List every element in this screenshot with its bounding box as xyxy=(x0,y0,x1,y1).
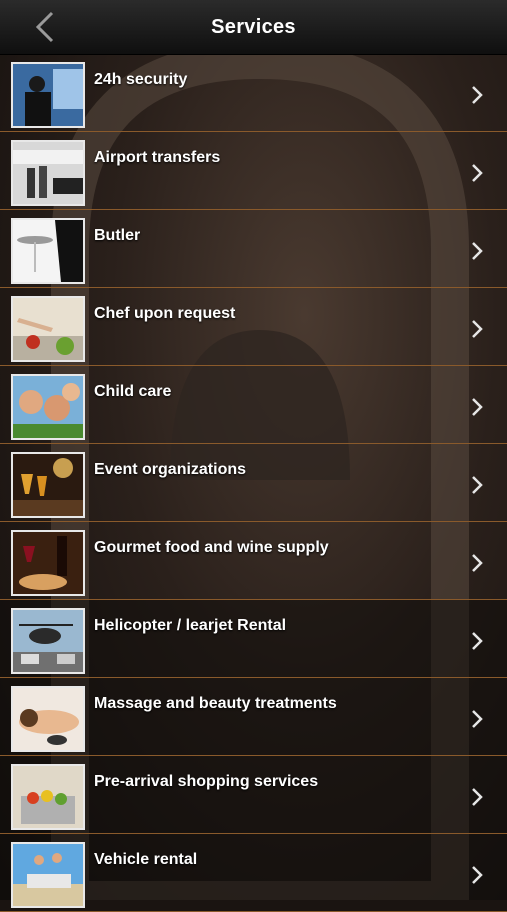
vehicle-rental-thumbnail xyxy=(11,842,85,908)
service-row-airport-transfers[interactable]: Airport transfers xyxy=(0,132,507,210)
shopping-thumbnail xyxy=(11,764,85,830)
service-label: 24h security xyxy=(94,71,188,88)
service-label: Event organizations xyxy=(94,461,247,478)
chevron-right-icon xyxy=(472,86,483,104)
service-row-vehicle-rental[interactable]: Vehicle rental xyxy=(0,834,507,912)
service-row-shopping[interactable]: Pre-arrival shopping services xyxy=(0,756,507,834)
service-label: Child care xyxy=(94,383,172,400)
airport-transfer-thumbnail xyxy=(11,140,85,206)
helicopter-thumbnail xyxy=(11,608,85,674)
service-row-helicopter[interactable]: Helicopter / learjet Rental xyxy=(0,600,507,678)
service-label: Butler xyxy=(94,227,141,244)
chevron-left-icon xyxy=(35,11,54,43)
service-row-24h-security[interactable]: 24h security xyxy=(0,54,507,132)
security-thumbnail xyxy=(11,62,85,128)
chevron-right-icon xyxy=(472,398,483,416)
service-label: Vehicle rental xyxy=(94,851,198,868)
service-row-child-care[interactable]: Child care xyxy=(0,366,507,444)
service-row-event-organizations[interactable]: Event organizations xyxy=(0,444,507,522)
service-label: Gourmet food and wine supply xyxy=(94,539,329,556)
service-label: Pre-arrival shopping services xyxy=(94,773,319,790)
chevron-right-icon xyxy=(472,320,483,338)
service-row-massage[interactable]: Massage and beauty treatments xyxy=(0,678,507,756)
back-button[interactable] xyxy=(30,10,60,44)
massage-thumbnail xyxy=(11,686,85,752)
chevron-right-icon xyxy=(472,242,483,260)
service-label: Chef upon request xyxy=(94,305,236,322)
chevron-right-icon xyxy=(472,788,483,806)
service-label: Airport transfers xyxy=(94,149,221,166)
gourmet-food-thumbnail xyxy=(11,530,85,596)
service-row-chef[interactable]: Chef upon request xyxy=(0,288,507,366)
chevron-right-icon xyxy=(472,710,483,728)
event-thumbnail xyxy=(11,452,85,518)
chevron-right-icon xyxy=(472,632,483,650)
chevron-right-icon xyxy=(472,164,483,182)
chef-thumbnail xyxy=(11,296,85,362)
chevron-right-icon xyxy=(472,476,483,494)
service-label: Helicopter / learjet Rental xyxy=(94,617,287,634)
chevron-right-icon xyxy=(472,866,483,884)
page-title: Services xyxy=(211,15,296,38)
nav-header: Services xyxy=(0,0,507,55)
service-row-gourmet-food[interactable]: Gourmet food and wine supply xyxy=(0,522,507,600)
child-care-thumbnail xyxy=(11,374,85,440)
butler-thumbnail xyxy=(11,218,85,284)
services-list: 24h security Airport transfers Butler Ch… xyxy=(0,54,507,912)
service-label: Massage and beauty treatments xyxy=(94,695,337,712)
chevron-right-icon xyxy=(472,554,483,572)
service-row-butler[interactable]: Butler xyxy=(0,210,507,288)
